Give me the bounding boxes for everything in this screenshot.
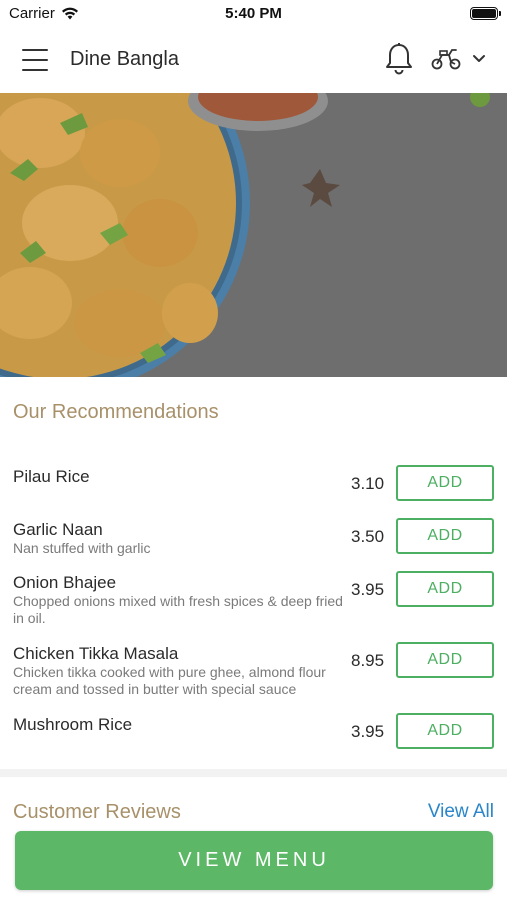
page-title: Dine Bangla — [70, 48, 179, 70]
chevron-down-icon[interactable] — [472, 54, 486, 64]
item-price: 3.95 — [351, 580, 385, 599]
menu-icon[interactable] — [22, 49, 48, 71]
food-image — [0, 93, 507, 377]
item-price: 8.95 — [351, 651, 385, 670]
recommendations-title: Our Recommendations — [13, 401, 219, 423]
view-menu-button[interactable]: VIEW MENU — [15, 831, 493, 890]
status-bar: Carrier 5:40 PM — [0, 0, 507, 28]
view-all-link[interactable]: View All — [428, 801, 494, 823]
reviews-title: Customer Reviews — [13, 801, 181, 823]
item-name: Onion Bhajee — [13, 573, 117, 592]
item-name: Pilau Rice — [13, 467, 90, 486]
add-button[interactable]: ADD — [396, 642, 494, 678]
item-description: Nan stuffed with garlic — [13, 540, 151, 556]
app-header: Dine Bangla — [0, 28, 507, 93]
add-button[interactable]: ADD — [396, 465, 494, 501]
battery-icon — [470, 7, 501, 20]
item-price: 3.95 — [351, 722, 385, 741]
item-name: Garlic Naan — [13, 520, 103, 539]
item-name: Mushroom Rice — [13, 715, 133, 734]
section-divider — [0, 769, 507, 777]
item-description: Chicken tikka cooked with pure ghee, alm… — [13, 664, 326, 697]
scooter-icon[interactable] — [430, 47, 462, 71]
item-price: 3.10 — [351, 474, 385, 493]
hero-image — [0, 93, 507, 377]
item-name: Chicken Tikka Masala — [13, 644, 179, 663]
add-button[interactable]: ADD — [396, 571, 494, 607]
item-price: 3.50 — [351, 527, 385, 546]
status-time: 5:40 PM — [225, 5, 282, 22]
add-button[interactable]: ADD — [396, 713, 494, 749]
item-description: Chopped onions mixed with fresh spices &… — [13, 593, 343, 626]
add-button[interactable]: ADD — [396, 518, 494, 554]
bell-icon[interactable] — [383, 42, 415, 76]
